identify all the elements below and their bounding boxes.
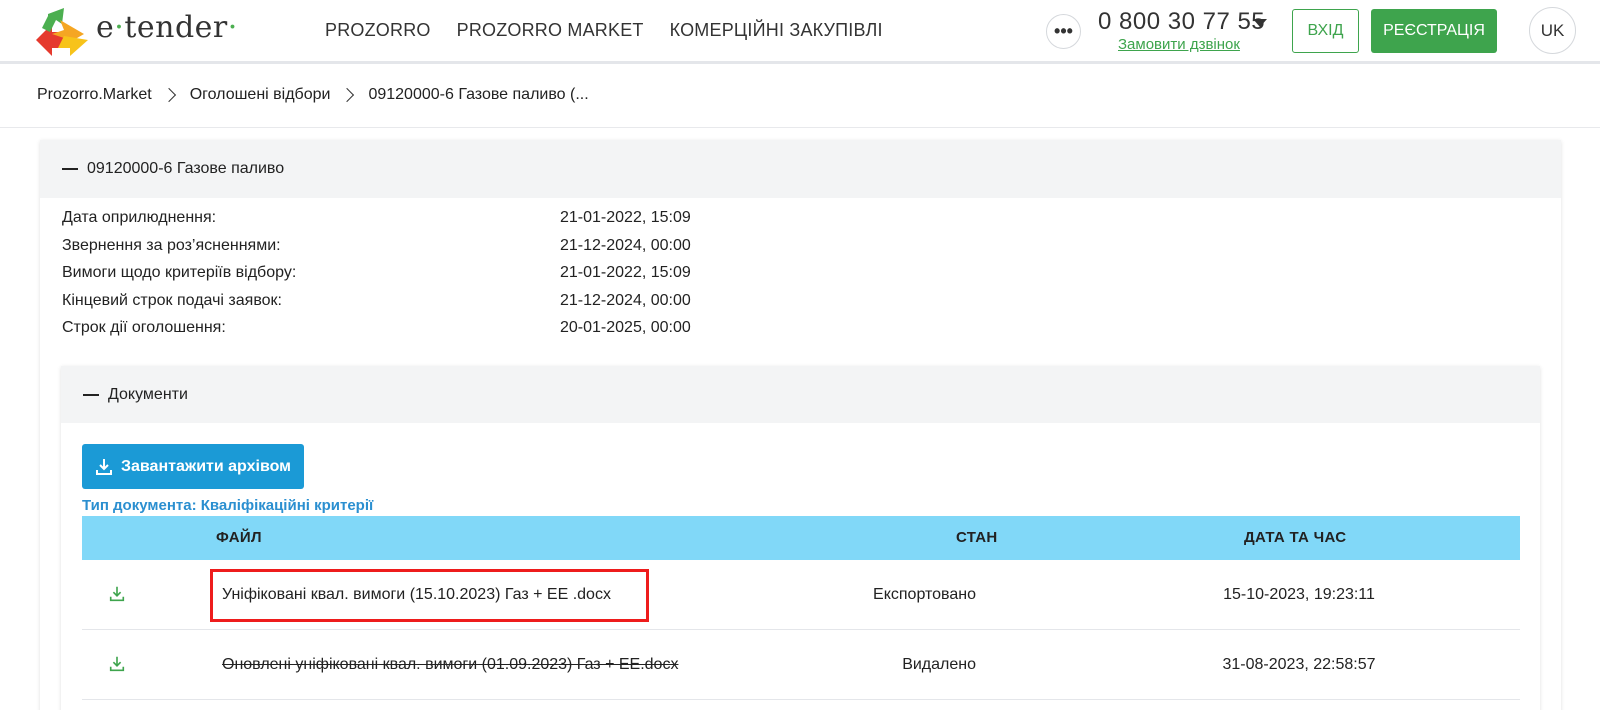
chevron-down-icon[interactable] [1253,19,1267,27]
chevron-right-icon [161,87,176,103]
column-datetime: ДАТА ТА ЧАС [1244,529,1347,546]
breadcrumb-current: 09120000-6 Газове паливо (... [368,86,589,103]
info-label: Дата оприлюднення: [62,209,217,226]
download-archive-label: Завантажити архівом [121,457,291,475]
column-state: СТАН [956,529,998,546]
documents-title: Документи [108,385,188,403]
tender-card-header[interactable]: 09120000-6 Газове паливо [40,140,1561,198]
column-file: ФАЙЛ [216,529,262,546]
file-name[interactable]: Уніфіковані квал. вимоги (15.10.2023) Га… [222,586,611,604]
nav-prozorro-market[interactable]: PROZORRO MARKET [457,20,644,41]
info-label: Звернення за роз’ясненнями: [62,236,281,254]
download-icon[interactable] [108,585,126,603]
info-label: Кінцевий строк подачі заявок: [62,291,282,309]
download-archive-button[interactable]: Завантажити архівом [82,444,304,489]
language-switcher[interactable]: UK [1529,7,1576,54]
documents-header[interactable]: Документи [61,366,1540,423]
table-row: Уніфіковані квал. вимоги (15.10.2023) Га… [82,560,1520,630]
phone-number[interactable]: 0 800 30 77 55 [1098,8,1265,36]
divider [0,127,1600,128]
table-row: Оновлені уніфіковані квал. вимоги (01.09… [82,630,1520,700]
tender-card: 09120000-6 Газове паливо Дата оприлюднен… [40,140,1561,710]
more-menu-button[interactable]: ••• [1046,14,1081,49]
nav-prozorro[interactable]: PROZORRO [325,20,431,41]
top-header: e·tender· PROZORRO PROZORRO MARKET КОМЕР… [0,0,1600,64]
chevron-right-icon [340,87,355,103]
etender-logo[interactable]: e·tender· [34,6,237,60]
documents-table: ФАЙЛ СТАН ДАТА ТА ЧАС Уніфіковані квал. … [82,516,1520,700]
logo-text: e·tender· [96,10,238,45]
download-icon [96,458,112,475]
nav-commercial[interactable]: КОМЕРЦІЙНІ ЗАКУПІВЛІ [670,20,883,41]
login-button[interactable]: ВХІД [1292,9,1359,53]
info-value: 21-12-2024, 00:00 [560,291,691,309]
info-value: 21-01-2022, 15:09 [560,264,691,281]
info-value: 20-01-2025, 00:00 [560,319,691,336]
table-header: ФАЙЛ СТАН ДАТА ТА ЧАС [82,516,1520,560]
info-value: 21-12-2024, 00:00 [560,236,691,254]
download-icon[interactable] [108,655,126,673]
logo-arrows-icon [36,8,88,56]
breadcrumb: Prozorro.Market Оголошені відбори 091200… [37,86,589,104]
collapse-icon [62,168,78,170]
document-type-label: Тип документа: Кваліфікаційні критерії [82,497,374,514]
file-name[interactable]: Оновлені уніфіковані квал. вимоги (01.09… [222,656,678,674]
info-value: 21-01-2022, 15:09 [560,209,691,226]
callback-link[interactable]: Замовити дзвінок [1118,36,1240,53]
main-nav: PROZORRO PROZORRO MARKET КОМЕРЦІЙНІ ЗАКУ… [325,20,883,41]
info-label: Вимоги щодо критеріїв відбору: [62,264,297,281]
documents-card: Документи Завантажити архівом Тип докуме… [61,366,1540,710]
register-button[interactable]: РЕЄСТРАЦІЯ [1371,9,1497,53]
breadcrumb-market[interactable]: Prozorro.Market [37,86,152,104]
info-label: Строк дії оголошення: [62,319,226,336]
collapse-icon [83,393,99,396]
tender-title: 09120000-6 Газове паливо [87,160,285,177]
breadcrumb-announced[interactable]: Оголошені відбори [190,86,331,104]
